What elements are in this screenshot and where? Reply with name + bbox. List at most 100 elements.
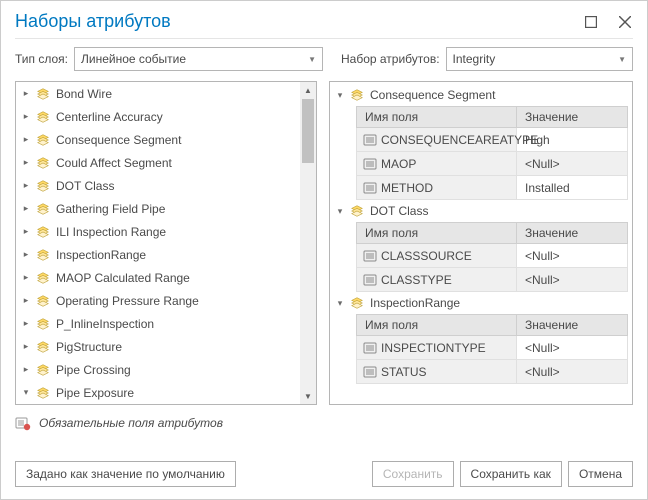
attr-set-value: Integrity: [453, 52, 496, 66]
scroll-up-icon[interactable]: ▲: [300, 82, 316, 98]
expand-icon[interactable]: ▸: [22, 180, 30, 191]
attribute-row[interactable]: STATUS<Null>: [356, 360, 628, 384]
layer-label: MAOP Calculated Range: [56, 271, 190, 285]
layer-list-panel: ▸ Bond Wire ▸ Centerline Accuracy ▸ Consequen…: [15, 81, 317, 405]
layer-label: PigStructure: [56, 340, 122, 354]
layer-icon: [36, 271, 50, 285]
layer-item[interactable]: ▸ Consequence Segment: [16, 128, 316, 151]
layer-icon: [36, 225, 50, 239]
group-header[interactable]: ▾InspectionRange: [334, 292, 628, 314]
expand-icon[interactable]: ▸: [22, 318, 30, 329]
layer-icon: [36, 340, 50, 354]
save-as-button[interactable]: Сохранить как: [460, 461, 562, 487]
attribute-row[interactable]: CLASSSOURCE<Null>: [356, 244, 628, 268]
attribute-row[interactable]: CLASSTYPE<Null>: [356, 268, 628, 292]
layer-item[interactable]: ▸ ILI Inspection Range: [16, 220, 316, 243]
layer-label: Bond Wire: [56, 87, 112, 101]
attribute-row[interactable]: INSPECTIONTYPE<Null>: [356, 336, 628, 360]
field-name: CONSEQUENCEAREATYPE: [381, 133, 538, 147]
field-name: MAOP: [381, 157, 416, 171]
expand-icon[interactable]: ▸: [22, 134, 30, 145]
group-header[interactable]: ▾ DOT Class: [334, 200, 628, 222]
layer-item[interactable]: ▸ PigStructure: [16, 335, 316, 358]
layer-icon: [36, 179, 50, 193]
layer-label: Consequence Segment: [56, 133, 181, 147]
col-value: Значение: [517, 315, 627, 335]
col-field-name: Имя поля: [357, 223, 517, 243]
layer-type-select[interactable]: Линейное событие ▼: [74, 47, 323, 71]
layer-item[interactable]: ▸P_InlineInspection: [16, 312, 316, 335]
save-button: Сохранить: [372, 461, 454, 487]
close-icon[interactable]: [617, 14, 633, 30]
layer-type-label: Тип слоя:: [15, 52, 68, 66]
expand-icon[interactable]: ▸: [22, 341, 30, 352]
field-icon: [363, 157, 377, 171]
required-field-icon: [15, 415, 31, 431]
cancel-button[interactable]: Отмена: [568, 461, 633, 487]
expand-icon[interactable]: ▸: [22, 157, 30, 168]
field-value: <Null>: [525, 365, 560, 379]
collapse-icon[interactable]: ▾: [336, 90, 344, 101]
scrollbar-track[interactable]: ▲ ▼: [300, 82, 316, 404]
layer-item[interactable]: ▸Operating Pressure Range: [16, 289, 316, 312]
field-icon: [363, 181, 377, 195]
layer-label: Centerline Accuracy: [56, 110, 163, 124]
layer-item[interactable]: ▸Gathering Field Pipe: [16, 197, 316, 220]
expand-icon[interactable]: ▸: [22, 226, 30, 237]
layer-type-value: Линейное событие: [81, 52, 186, 66]
collapse-icon[interactable]: ▾: [336, 298, 344, 309]
chevron-down-icon: ▼: [618, 55, 626, 64]
group-name: Consequence Segment: [370, 88, 495, 102]
expand-icon[interactable]: ▸: [22, 249, 30, 260]
field-value: <Null>: [525, 249, 560, 263]
expand-icon[interactable]: ▸: [22, 203, 30, 214]
layer-icon: [350, 204, 364, 218]
group-name: DOT Class: [370, 204, 428, 218]
expand-icon[interactable]: ▸: [22, 88, 30, 99]
layer-icon: [36, 133, 50, 147]
layer-label: Pipe Exposure: [56, 386, 134, 400]
layer-label: Could Affect Segment: [56, 156, 172, 170]
layer-item[interactable]: ▸ MAOP Calculated Range: [16, 266, 316, 289]
layer-icon: [36, 317, 50, 331]
scroll-down-icon[interactable]: ▼: [300, 388, 316, 404]
attribute-row[interactable]: CONSEQUENCEAREATYPEHigh: [356, 128, 628, 152]
field-value: Installed: [525, 181, 570, 195]
layer-label: Pipe Crossing: [56, 363, 131, 377]
field-value: <Null>: [525, 157, 560, 171]
group-header[interactable]: ▾ Consequence Segment: [334, 84, 628, 106]
layer-item[interactable]: ▸DOT Class: [16, 174, 316, 197]
col-field-name: Имя поля: [357, 107, 517, 127]
field-value: <Null>: [525, 341, 560, 355]
layer-icon: [36, 156, 50, 170]
layer-icon: [36, 202, 50, 216]
scrollbar-thumb[interactable]: [302, 99, 314, 163]
attribute-row[interactable]: METHOD Installed: [356, 176, 628, 200]
expand-icon[interactable]: ▸: [22, 364, 30, 375]
collapse-icon[interactable]: ▾: [336, 206, 344, 217]
set-default-button[interactable]: Задано как значение по умолчанию: [15, 461, 236, 487]
layer-item[interactable]: ▸InspectionRange: [16, 243, 316, 266]
attr-set-select[interactable]: Integrity ▼: [446, 47, 633, 71]
expand-icon[interactable]: ▸: [22, 111, 30, 122]
field-name: METHOD: [381, 181, 433, 195]
expand-icon[interactable]: ▾: [22, 387, 30, 398]
field-icon: [363, 365, 377, 379]
field-icon: [363, 273, 377, 287]
col-field-name: Имя поля: [357, 315, 517, 335]
maximize-icon[interactable]: [583, 14, 599, 30]
layer-item[interactable]: ▸ Pipe Crossing: [16, 358, 316, 381]
layer-item[interactable]: ▸ Bond Wire: [16, 82, 316, 105]
dialog-title: Наборы атрибутов: [15, 11, 171, 32]
expand-icon[interactable]: ▸: [22, 272, 30, 283]
layer-item[interactable]: ▾ Pipe Exposure: [16, 381, 316, 404]
layer-item[interactable]: ▸ Centerline Accuracy: [16, 105, 316, 128]
layer-label: ILI Inspection Range: [56, 225, 166, 239]
layer-item[interactable]: ▸ Could Affect Segment: [16, 151, 316, 174]
attribute-row[interactable]: MAOP <Null>: [356, 152, 628, 176]
separator: [15, 38, 633, 39]
expand-icon[interactable]: ▸: [22, 295, 30, 306]
required-note: Обязательные поля атрибутов: [39, 416, 223, 430]
field-value: High: [525, 133, 550, 147]
attr-set-label: Набор атрибутов:: [341, 52, 440, 66]
